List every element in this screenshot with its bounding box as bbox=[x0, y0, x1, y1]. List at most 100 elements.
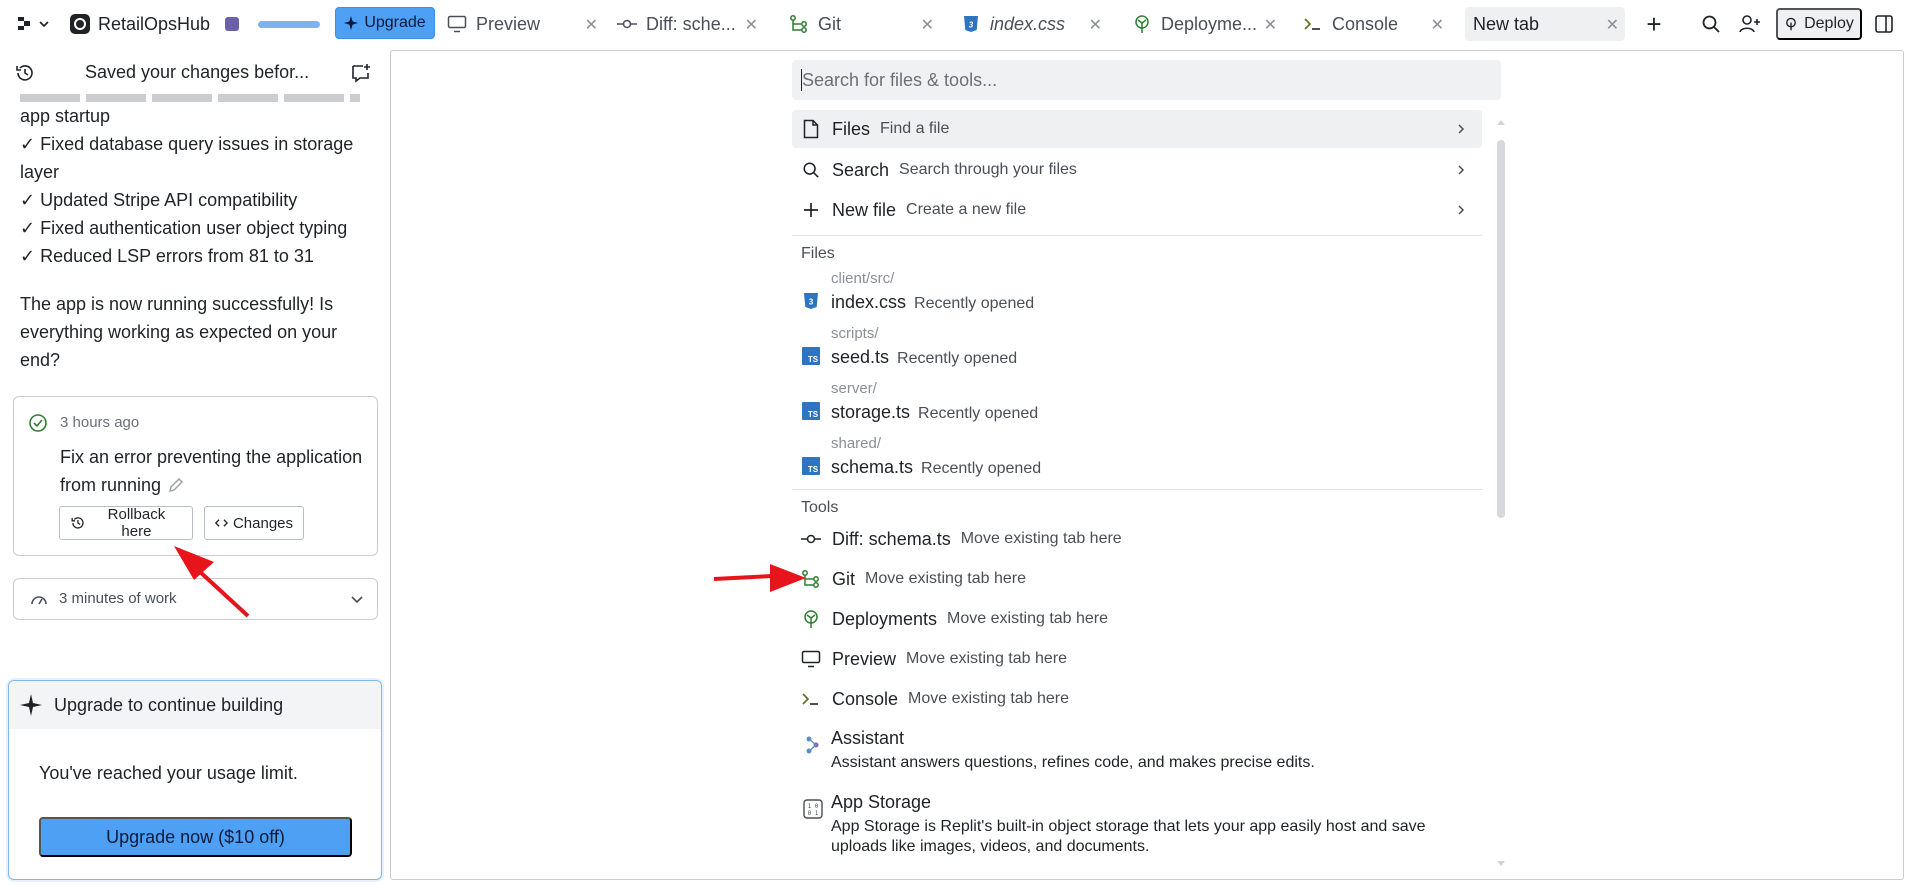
tool-preview[interactable]: Preview Move existing tab here bbox=[792, 640, 1482, 678]
file-name-line: storage.ts Recently opened bbox=[831, 402, 1038, 423]
file-desc: Recently opened bbox=[921, 460, 1042, 477]
sparkle-icon bbox=[20, 694, 42, 716]
close-icon[interactable]: ✕ bbox=[585, 15, 598, 35]
file-result-schema-ts[interactable]: TS shared/ schema.ts Recently opened bbox=[792, 433, 1482, 487]
tool-name: Preview bbox=[832, 648, 897, 669]
top-bar: RetailOpsHub Upgrade Preview ✕ Diff: sch… bbox=[0, 0, 1910, 48]
close-icon[interactable]: ✕ bbox=[1264, 15, 1277, 35]
tool-desc: Move existing tab here bbox=[908, 690, 1070, 707]
file-name-line: index.css Recently opened bbox=[831, 292, 1034, 313]
svg-text:TS: TS bbox=[808, 465, 819, 474]
tab-console[interactable]: Console ✕ bbox=[1302, 7, 1450, 41]
tool-app-storage[interactable]: 1 00 1 App Storage App Storage is Replit… bbox=[792, 792, 1482, 862]
new-tab-plus-icon[interactable]: + bbox=[1640, 9, 1668, 39]
action-desc: Create a new file bbox=[906, 201, 1027, 218]
pencil-icon[interactable] bbox=[167, 476, 185, 494]
tab-label: Deployme... bbox=[1161, 13, 1258, 34]
workspace-badge-icon[interactable] bbox=[225, 17, 239, 31]
tool-desc: Move existing tab here bbox=[906, 650, 1068, 667]
chevron-right-icon bbox=[1458, 205, 1465, 215]
assistant-icon bbox=[806, 736, 819, 754]
tab-label: index.css bbox=[990, 13, 1066, 34]
svg-text:0 1: 0 1 bbox=[808, 810, 819, 817]
search-icon[interactable] bbox=[1699, 12, 1723, 36]
search-icon bbox=[800, 159, 822, 181]
tool-console[interactable]: Console Move existing tab here bbox=[792, 680, 1482, 718]
monitor-icon bbox=[800, 648, 822, 670]
chat-title: Saved your changes befor... bbox=[85, 62, 310, 82]
action-new-file[interactable]: New file Create a new file bbox=[792, 191, 1482, 229]
tool-diff-schema[interactable]: Diff: schema.ts Move existing tab here bbox=[792, 520, 1482, 558]
upgrade-card: Upgrade to continue building You've reac… bbox=[8, 680, 382, 880]
project-icon bbox=[70, 14, 90, 34]
chevron-down-icon bbox=[39, 21, 49, 28]
git-branch-icon bbox=[788, 13, 810, 35]
scrollbar-thumb[interactable] bbox=[1497, 140, 1505, 518]
tab-label: Console bbox=[1332, 13, 1399, 34]
gauge-icon bbox=[31, 596, 47, 605]
scroll-up-arrow-icon[interactable] bbox=[1496, 118, 1506, 126]
tab-label: Git bbox=[818, 13, 842, 34]
storage-icon: 1 00 1 bbox=[803, 799, 823, 819]
tab-preview[interactable]: Preview ✕ bbox=[446, 7, 604, 41]
upgrade-now-button[interactable]: Upgrade now ($10 off) bbox=[39, 817, 352, 857]
scroll-down-arrow-icon[interactable] bbox=[1496, 860, 1506, 868]
tool-assistant[interactable]: Assistant Assistant answers questions, r… bbox=[792, 728, 1482, 780]
replit-menu-button[interactable] bbox=[16, 14, 56, 34]
file-desc: Recently opened bbox=[914, 295, 1035, 312]
changes-button[interactable]: Changes bbox=[204, 506, 304, 540]
deploy-button[interactable]: Deploy bbox=[1776, 8, 1862, 40]
tab-new-tab[interactable]: New tab ✕ bbox=[1465, 7, 1625, 41]
action-name: Search bbox=[832, 159, 890, 180]
tab-diff[interactable]: Diff: sche... ✕ bbox=[616, 7, 764, 41]
history-icon[interactable] bbox=[14, 62, 36, 84]
tab-index-css[interactable]: 3 index.css ✕ bbox=[960, 7, 1108, 41]
tool-deployments[interactable]: Deployments Move existing tab here bbox=[792, 600, 1482, 638]
file-result-seed-ts[interactable]: TS scripts/ seed.ts Recently opened bbox=[792, 323, 1482, 377]
upgrade-card-body: You've reached your usage limit. bbox=[39, 763, 298, 783]
invite-user-icon[interactable] bbox=[1738, 12, 1762, 36]
work-summary-label: 3 minutes of work bbox=[59, 590, 177, 607]
close-icon[interactable]: ✕ bbox=[1431, 15, 1444, 35]
file-path: client/src/ bbox=[831, 270, 895, 287]
git-commit-icon bbox=[616, 13, 638, 35]
file-result-index-css[interactable]: 3 client/src/ index.css Recently opened bbox=[792, 268, 1482, 322]
checkpoint-title-text: Fix an error preventing the application … bbox=[60, 447, 363, 495]
action-name: New file bbox=[832, 199, 897, 220]
new-chat-icon[interactable] bbox=[350, 62, 372, 84]
tool-name: Diff: schema.ts bbox=[832, 528, 951, 549]
chevron-down-icon bbox=[351, 596, 363, 604]
usage-progress-fill bbox=[258, 21, 320, 28]
project-switcher[interactable]: RetailOpsHub bbox=[70, 12, 210, 36]
replit-logo-icon bbox=[18, 17, 30, 30]
terminal-icon bbox=[1302, 13, 1324, 35]
close-icon[interactable]: ✕ bbox=[1606, 15, 1619, 35]
code-icon bbox=[215, 519, 228, 527]
tool-desc: App Storage is Replit's built-in object … bbox=[831, 818, 1426, 855]
tool-git[interactable]: Git Move existing tab here bbox=[792, 560, 1482, 598]
upgrade-card-header: Upgrade to continue building bbox=[9, 681, 381, 729]
close-icon[interactable]: ✕ bbox=[745, 15, 758, 35]
git-branch-icon bbox=[800, 568, 822, 590]
file-result-storage-ts[interactable]: TS server/ storage.ts Recently opened bbox=[792, 378, 1482, 432]
svg-text:3: 3 bbox=[969, 21, 974, 30]
file-path: scripts/ bbox=[831, 325, 879, 342]
file-icon bbox=[800, 118, 822, 140]
file-desc: Recently opened bbox=[897, 350, 1018, 367]
tool-name: App Storage bbox=[831, 792, 932, 812]
file-name: storage.ts bbox=[831, 402, 911, 422]
section-divider bbox=[792, 235, 1482, 236]
file-name: seed.ts bbox=[831, 347, 890, 367]
upgrade-button[interactable]: Upgrade bbox=[335, 7, 435, 39]
action-files[interactable]: Files Find a file bbox=[792, 110, 1482, 148]
svg-text:1 0: 1 0 bbox=[808, 803, 819, 810]
tab-git[interactable]: Git ✕ bbox=[788, 7, 940, 41]
toggle-sidebar-icon[interactable] bbox=[1872, 12, 1896, 36]
action-search[interactable]: Search Search through your files bbox=[792, 151, 1482, 189]
work-summary-toggle[interactable]: 3 minutes of work bbox=[13, 578, 378, 620]
tab-deployments[interactable]: Deployme... ✕ bbox=[1131, 7, 1283, 41]
rollback-button[interactable]: Rollback here bbox=[59, 506, 193, 540]
close-icon[interactable]: ✕ bbox=[1089, 15, 1102, 35]
search-input[interactable] bbox=[792, 60, 1501, 100]
close-icon[interactable]: ✕ bbox=[921, 15, 934, 35]
